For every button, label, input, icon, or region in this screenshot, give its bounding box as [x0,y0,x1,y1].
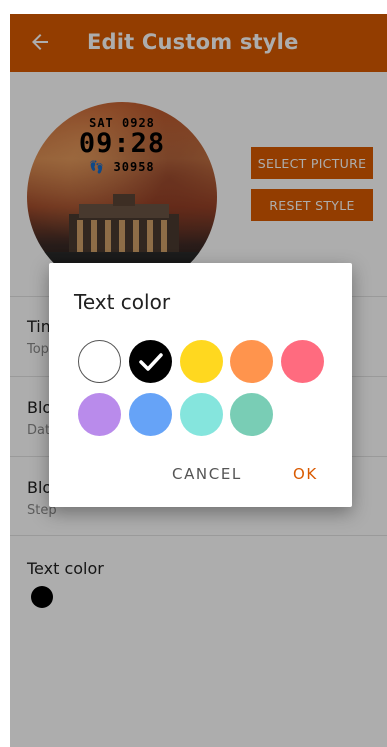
cancel-button[interactable]: CANCEL [172,465,242,483]
text-color-dialog: Text color CANCEL OK [49,263,352,507]
color-swatch-orange[interactable] [230,340,273,383]
ok-button[interactable]: OK [293,465,318,483]
dialog-title: Text color [74,290,171,314]
color-swatch-blue[interactable] [129,393,172,436]
color-swatch-pink[interactable] [281,340,324,383]
color-swatch-turquoise[interactable] [180,393,223,436]
check-icon [139,353,163,371]
color-swatch-teal[interactable] [230,393,273,436]
color-swatch-white[interactable] [78,340,121,383]
color-swatch-purple[interactable] [78,393,121,436]
color-swatch-black[interactable] [129,340,172,383]
color-swatch-yellow[interactable] [180,340,223,383]
